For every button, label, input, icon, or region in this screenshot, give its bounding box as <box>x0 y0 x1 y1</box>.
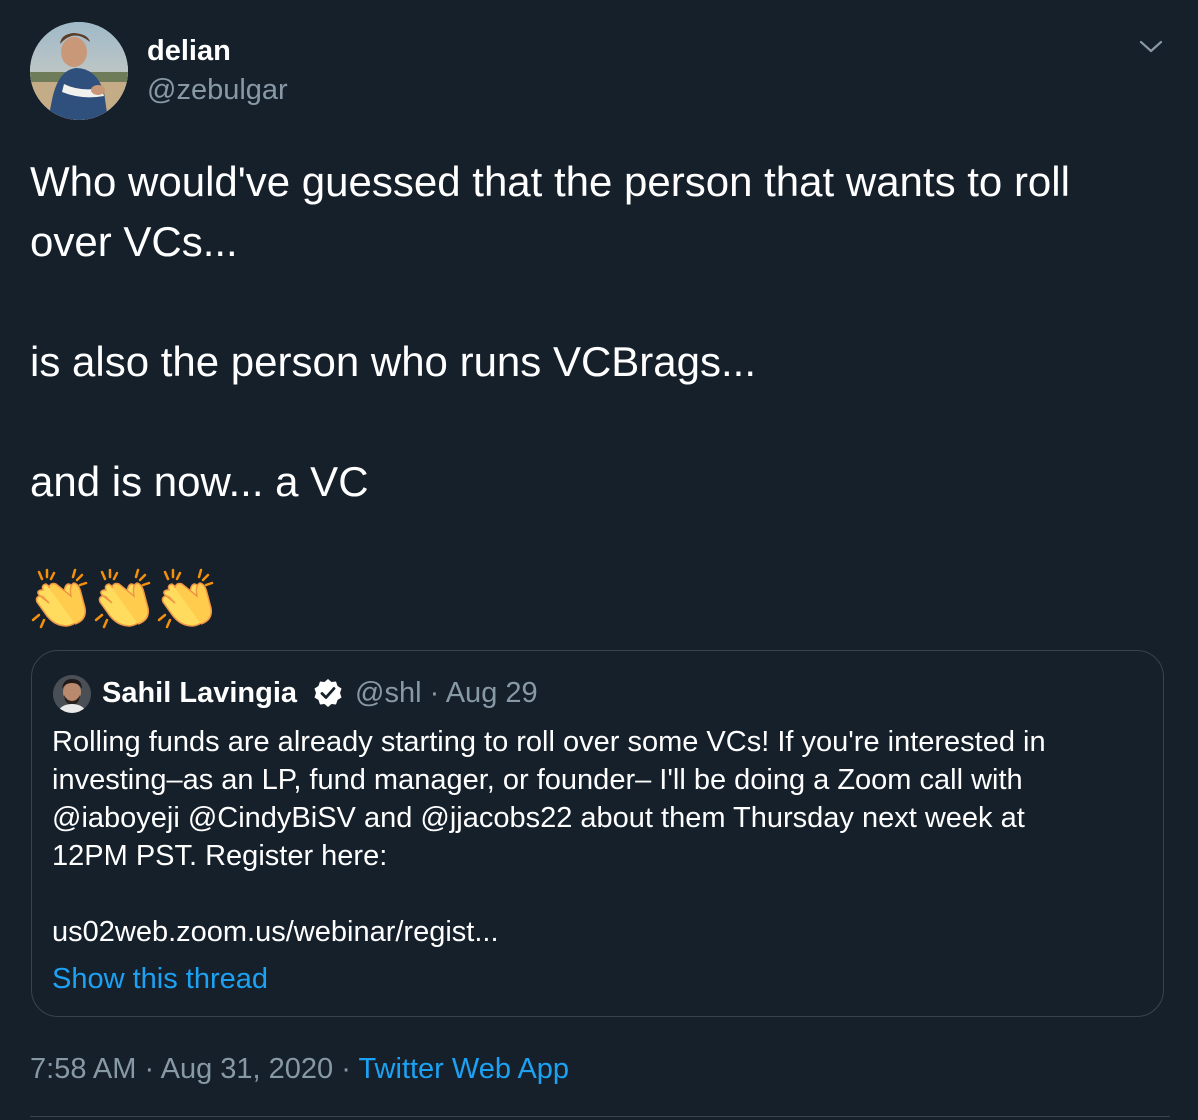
tweet-time[interactable]: 7:58 AM <box>30 1053 136 1085</box>
quoted-text-line: Rolling funds are already starting to ro… <box>52 726 1046 758</box>
quoted-meta: @shl · Aug 29 <box>355 675 538 711</box>
quoted-author-avatar[interactable] <box>53 675 91 713</box>
clapping-hands-icon <box>157 568 214 629</box>
quoted-text-link: us02web.zoom.us/webinar/regist... <box>52 916 499 948</box>
quoted-text-line: 12PM PST. Register here: <box>52 840 388 872</box>
author-avatar-image <box>30 22 128 120</box>
chevron-down-icon <box>1139 40 1163 53</box>
tweet-menu-button[interactable] <box>1136 36 1166 58</box>
tweet-text-line: is also the person who runs VCBrags... <box>30 338 757 385</box>
quoted-author-handle[interactable]: @shl <box>355 677 422 709</box>
emoji-row <box>29 568 229 630</box>
meta-separator: · <box>429 677 440 709</box>
tweet-date[interactable]: Aug 31, 2020 <box>161 1053 334 1085</box>
quoted-author-name[interactable]: Sahil Lavingia <box>102 675 297 711</box>
tweet-source-link[interactable]: Twitter Web App <box>358 1053 569 1085</box>
quoted-text-line: investing–as an LP, fund manager, or fou… <box>52 764 1023 796</box>
tweet-text-line: Who would've guessed that the person tha… <box>30 158 1070 205</box>
footer-separator: · <box>144 1053 155 1085</box>
verified-badge-icon <box>314 679 342 707</box>
quoted-tweet-text: Rolling funds are already starting to ro… <box>52 723 1142 951</box>
quoted-text-blank-line <box>52 875 1142 913</box>
tweet-text: Who would've guessed that the person tha… <box>30 152 1170 512</box>
author-avatar[interactable] <box>30 22 128 120</box>
clapping-hands-icon <box>94 568 151 629</box>
bottom-divider <box>30 1116 1170 1117</box>
quoted-text-line: @iaboyeji @CindyBiSV and @jjacobs22 abou… <box>52 802 1025 834</box>
quoted-author-avatar-image <box>53 675 91 713</box>
tweet: delian @zebulgar Who would've guessed th… <box>0 0 1198 1120</box>
quoted-tweet-date[interactable]: Aug 29 <box>446 677 538 709</box>
tweet-text-line: and is now... a VC <box>30 458 369 505</box>
footer-separator: · <box>341 1053 351 1085</box>
quoted-tweet-card[interactable]: Sahil Lavingia @shl · Aug 29 Rolling fun… <box>31 650 1164 1017</box>
show-thread-link[interactable]: Show this thread <box>52 961 268 997</box>
author-name[interactable]: delian <box>147 33 231 69</box>
tweet-text-line: over VCs... <box>30 218 238 265</box>
clapping-hands-icon <box>31 568 88 629</box>
tweet-timestamp: 7:58 AM · Aug 31, 2020 · Twitter Web App <box>30 1050 569 1088</box>
author-handle[interactable]: @zebulgar <box>147 72 288 108</box>
